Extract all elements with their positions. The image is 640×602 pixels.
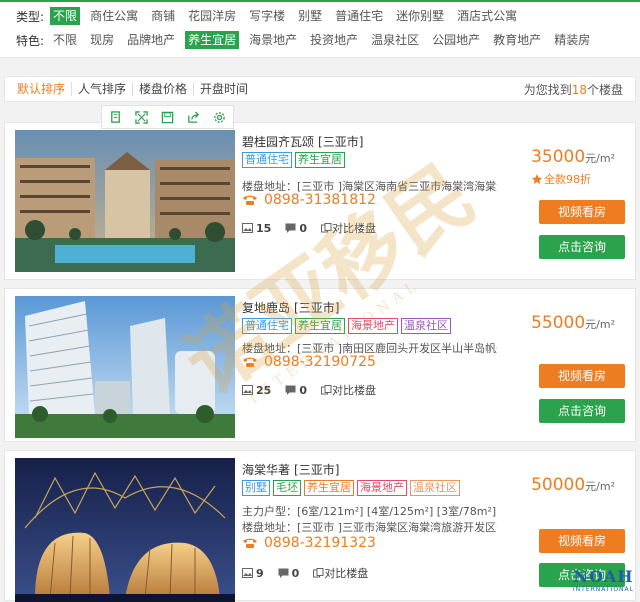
listing-photo[interactable] [15, 458, 235, 602]
listing-tag: 毛坯 [273, 480, 301, 496]
listing-tag: 海景地产 [348, 318, 398, 334]
feature-chip-seaview[interactable]: 海景地产 [246, 31, 300, 49]
settings-icon[interactable] [213, 111, 226, 124]
listing-phone: 0898-32190725 [242, 354, 376, 370]
compare-icon [320, 385, 332, 395]
share-icon[interactable] [187, 110, 200, 124]
type-chip-garden-house[interactable]: 花园洋房 [185, 7, 239, 25]
listing-tag: 普通住宅 [242, 152, 292, 168]
type-chip-villa[interactable]: 别墅 [295, 7, 325, 25]
photo-count[interactable]: 9 [242, 567, 264, 580]
video-tour-button[interactable]: 视频看房 [539, 200, 625, 224]
feature-filter-row: 特色: 不限 现房 品牌地产 养生宜居 海景地产 投资地产 温泉社区 公园地产 … [16, 30, 600, 50]
video-tour-button[interactable]: 视频看房 [539, 529, 625, 553]
type-chip-any[interactable]: 不限 [50, 7, 81, 25]
listing-price: 35000元/m² [531, 147, 615, 167]
listing-tag: 养生宜居 [295, 318, 345, 334]
feature-chip-furnished[interactable]: 精装房 [551, 31, 593, 49]
listing-tags: 普通住宅 养生宜居 [242, 152, 348, 168]
sort-opening-time[interactable]: 开盘时间 [194, 82, 254, 96]
phone-icon [243, 357, 257, 367]
sort-bar: 默认排序 人气排序 楼盘价格 开盘时间 为您找到18个楼盘 [4, 76, 636, 102]
photo-icon [242, 568, 253, 578]
type-chip-serviced-apartment[interactable]: 酒店式公寓 [454, 7, 520, 25]
compare-icon [320, 223, 332, 233]
listing-discount: 全款98折 [532, 171, 591, 187]
feature-chip-ready-house[interactable]: 现房 [87, 31, 117, 49]
comment-count[interactable]: 0 [285, 222, 307, 235]
feature-chip-park[interactable]: 公园地产 [429, 31, 483, 49]
listing-tag: 别墅 [242, 480, 270, 496]
consult-button[interactable]: 点击咨询 [539, 399, 625, 423]
listing-tag: 养生宜居 [295, 152, 345, 168]
compare-listing[interactable]: 对比楼盘 [320, 382, 376, 398]
photo-count[interactable]: 25 [242, 384, 271, 397]
result-count: 为您找到18个楼盘 [523, 82, 623, 97]
listing-card[interactable]: 海棠华著 [三亚市] 别墅 毛坯 养生宜居 海景地产 温泉社区 主力户型：[6室/… [4, 450, 636, 602]
phone-icon [243, 538, 257, 548]
listing-photo[interactable] [15, 296, 235, 438]
listing-stats: 25 0 对比楼盘 [242, 382, 390, 398]
listing-price: 50000元/m² [531, 475, 615, 495]
feature-chip-education[interactable]: 教育地产 [490, 31, 544, 49]
comment-count[interactable]: 0 [278, 567, 299, 580]
phone-icon [243, 195, 257, 205]
listing-tags: 普通住宅 养生宜居 海景地产 温泉社区 [242, 318, 454, 334]
feature-chip-brand[interactable]: 品牌地产 [124, 31, 178, 49]
comment-icon [285, 223, 296, 233]
feature-chip-hot-spring[interactable]: 温泉社区 [368, 31, 422, 49]
sort-popularity[interactable]: 人气排序 [72, 82, 134, 96]
image-toolbar [101, 105, 234, 129]
filter-panel: 类型: 不限 商住公寓 商铺 花园洋房 写字楼 别墅 普通住宅 迷你别墅 酒店式… [0, 2, 640, 58]
comment-icon [278, 568, 289, 578]
listing-floor-plans: 主力户型：[6室/121m²] [4室/125m²] [3室/78m²] [242, 505, 497, 518]
save-icon[interactable] [161, 111, 174, 124]
compare-listing[interactable]: 对比楼盘 [313, 565, 368, 581]
sort-default[interactable]: 默认排序 [5, 82, 73, 96]
listing-tag: 普通住宅 [242, 318, 292, 334]
listing-tag: 养生宜居 [304, 480, 354, 496]
listing-tag: 温泉社区 [410, 480, 460, 496]
type-chip-office[interactable]: 写字楼 [246, 7, 288, 25]
feature-chip-any[interactable]: 不限 [50, 31, 80, 49]
sort-price[interactable]: 楼盘价格 [133, 82, 195, 96]
photo-count[interactable]: 15 [242, 222, 271, 235]
type-filter-label: 类型: [16, 9, 45, 24]
type-filter-row: 类型: 不限 商住公寓 商铺 花园洋房 写字楼 别墅 普通住宅 迷你别墅 酒店式… [16, 6, 527, 26]
consult-button[interactable]: 点击咨询 [539, 235, 625, 259]
listing-tag: 温泉社区 [401, 318, 451, 334]
comment-icon [285, 385, 296, 395]
listing-tag: 海景地产 [357, 480, 407, 496]
compare-icon [313, 568, 324, 578]
discount-icon [532, 174, 542, 184]
listing-title[interactable]: 海棠华著 [三亚市] [242, 461, 339, 478]
photo-icon [242, 385, 253, 395]
type-chip-shop[interactable]: 商铺 [148, 7, 178, 25]
type-chip-commercial-apartment[interactable]: 商住公寓 [87, 7, 141, 25]
listing-tags: 别墅 毛坯 养生宜居 海景地产 温泉社区 [242, 480, 463, 496]
listing-price: 55000元/m² [531, 313, 615, 333]
listing-photo[interactable] [15, 130, 235, 272]
listing-phone: 0898-31381812 [242, 192, 376, 208]
listing-card[interactable]: 碧桂园齐瓦颂 [三亚市] 普通住宅 养生宜居 楼盘地址：[三亚市 ]海棠区海南省三… [4, 122, 636, 280]
listing-card[interactable]: 复地鹿岛 [三亚市] 普通住宅 养生宜居 海景地产 温泉社区 楼盘地址：[三亚市 … [4, 288, 636, 442]
listing-title[interactable]: 复地鹿岛 [三亚市] [242, 299, 339, 316]
feature-chip-wellness[interactable]: 养生宜居 [185, 31, 240, 49]
comment-count[interactable]: 0 [285, 384, 307, 397]
listing-phone: 0898-32191323 [242, 535, 376, 551]
photo-icon [242, 223, 253, 233]
feature-filter-label: 特色: [16, 33, 45, 48]
type-chip-residential[interactable]: 普通住宅 [332, 7, 386, 25]
copy-icon[interactable] [109, 110, 122, 124]
feature-chip-investment[interactable]: 投资地产 [307, 31, 361, 49]
listing-stats: 9 0 对比楼盘 [242, 565, 382, 581]
expand-icon[interactable] [135, 110, 148, 124]
video-tour-button[interactable]: 视频看房 [539, 364, 625, 388]
listing-stats: 15 0 对比楼盘 [242, 220, 390, 236]
listing-address: 楼盘地址：[三亚市 ]三亚市海棠区海棠湾旅游开发区海棠... [242, 521, 497, 534]
compare-listing[interactable]: 对比楼盘 [320, 220, 376, 236]
type-chip-mini-villa[interactable]: 迷你别墅 [393, 7, 447, 25]
brand-logo: NOAH INTERNATIONAL [572, 567, 634, 593]
listing-title[interactable]: 碧桂园齐瓦颂 [三亚市] [242, 133, 363, 150]
